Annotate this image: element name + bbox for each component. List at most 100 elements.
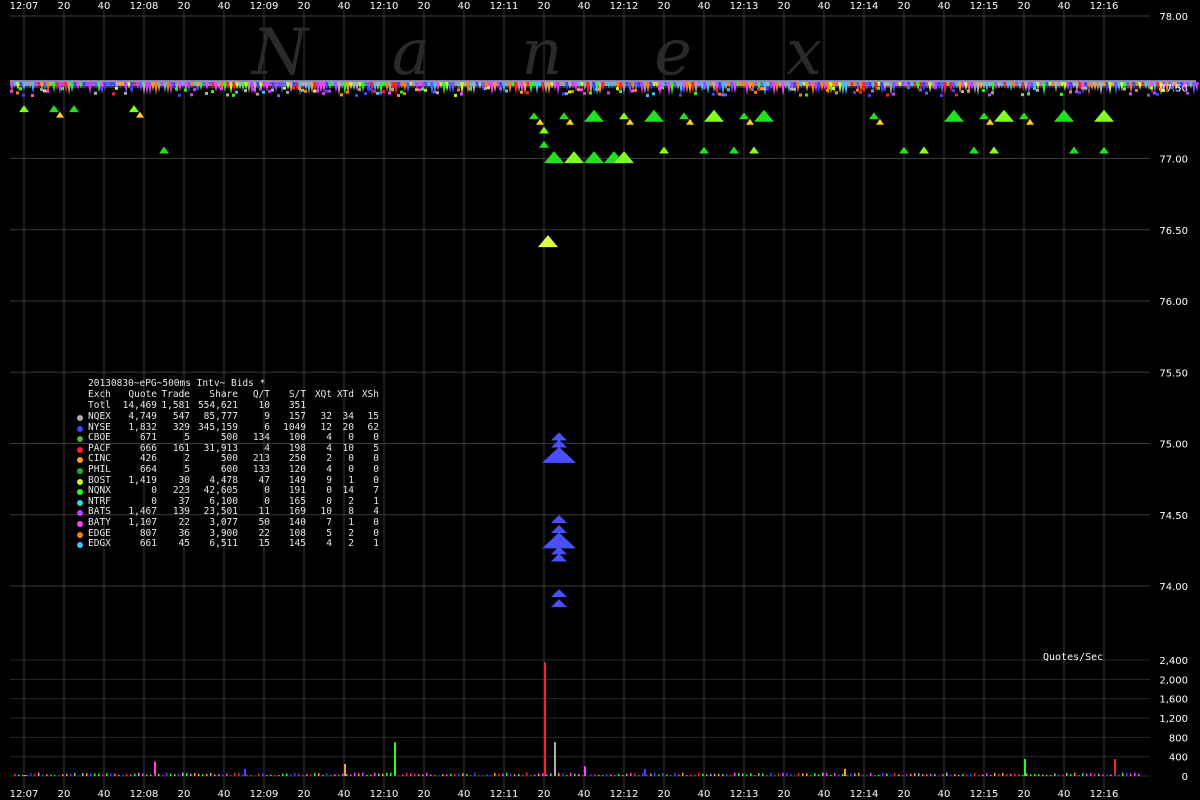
x-tick-label-bottom: 12:07 [10,789,39,800]
x-tick-label-top: 40 [218,1,231,12]
x-tick-label-top: 12:09 [250,1,279,12]
quote-rate-bar [358,773,360,776]
quote-rate-bar [942,774,944,776]
bid-band-mark [703,86,706,90]
quote-rate-bar [806,773,808,776]
bid-band-mark [388,91,391,95]
quote-rate-bar [886,773,888,776]
bid-band-mark [433,90,436,94]
quote-rate-bar [966,774,968,776]
bid-band-mark [892,92,895,96]
quote-rate-bar [1070,774,1072,776]
quote-rate-bar [582,775,584,776]
x-tick-label-bottom: 12:10 [370,789,399,800]
quote-rate-bar [634,773,636,776]
bid-band-mark [1069,90,1072,94]
quote-rate-bar [344,763,346,776]
quote-rate-bar [810,775,812,776]
bid-band-mark [31,94,34,98]
quote-rate-bar [962,774,964,776]
bid-band-mark [1087,86,1090,90]
x-tick-label-bottom: 20 [178,789,191,800]
bid-band-mark [328,89,331,93]
legend-cell: 554,621 [197,400,238,411]
quote-rate-bar [286,773,288,776]
bid-marker [644,109,664,122]
bid-band-mark [877,86,880,90]
x-tick-label-bottom: 12:16 [1090,789,1119,800]
x-tick-label-top: 20 [58,1,71,12]
quote-rate-bar [1118,774,1120,776]
legend-swatch [77,457,83,464]
quote-rate-bar [174,774,176,776]
nyse-bid-marker [551,553,567,562]
legend-swatch [77,478,83,485]
quote-rate-bar [862,774,864,776]
quote-rate-bar [110,773,112,776]
bid-band-mark [325,89,328,93]
quote-rate-bar [1014,773,1016,776]
bid-band-mark [271,88,274,92]
legend-row-edgx: EDGX 661 45 6,511 15 145 4 2 1 [74,539,394,550]
x-tick-label-bottom: 12:14 [850,789,879,800]
bid-band-mark [22,82,26,91]
quote-rate-bar [206,773,208,776]
x-tick-label-bottom: 12:08 [130,789,159,800]
bid-band-mark [1108,82,1112,95]
quote-rate-bar [434,775,436,776]
quote-rate-bar [894,773,896,776]
quote-rate-bar [802,773,804,776]
bid-band-mark [1195,82,1199,93]
quote-rate-bar [134,773,136,776]
bid-marker [19,105,29,113]
legend-cell: 140 [288,517,306,528]
quote-rate-bar [386,772,388,776]
bid-band-mark [766,87,769,91]
bid-band-mark [148,82,152,96]
bid-band-mark [391,88,394,92]
x-tick-label-bottom: 40 [578,789,591,800]
quote-rate-bar [154,761,156,776]
legend-swatch [77,542,83,549]
bid-band-mark [1042,82,1046,96]
x-tick-label-bottom: 12:13 [730,789,759,800]
quote-rate-bar [658,774,660,776]
quote-rate-bar [402,774,404,776]
quote-rate-bar [22,774,24,776]
bid-band-mark [199,82,203,91]
bid-band-mark [589,91,592,95]
quote-rate-bar [770,772,772,776]
bid-band-mark [253,88,256,92]
legend-swatch [77,521,83,527]
legend-cell: 15 [367,411,379,422]
watermark-letter: a [392,16,430,90]
x-tick-label-bottom: 40 [218,789,231,800]
quote-rate-bar [266,775,268,776]
quote-rate-bar [234,772,236,776]
quote-rate-bar [370,774,372,776]
x-tick-label-top: 20 [1018,1,1031,12]
bid-marker [559,112,569,120]
bid-marker [49,105,59,113]
bid-band-mark [1153,91,1156,95]
quote-rate-bar [982,774,984,776]
quote-rate-bar [482,775,484,776]
bid-band-mark [472,82,476,95]
bid-band-mark [184,88,187,92]
quote-rate-bar [226,773,228,776]
quote-rate-bar [626,773,628,776]
bid-band-mark [1036,88,1039,92]
quote-rate-bar [866,774,868,776]
bid-band-mark [733,82,737,94]
bid-band-mark [724,93,727,97]
legend-swatch [77,446,83,453]
quote-rate-bar [954,773,956,776]
volume-tick-label: 0 [1182,772,1188,783]
legend-cell: 661 [139,538,157,550]
quote-rate-bar [502,773,504,776]
quote-rate-bar [210,772,212,776]
bid-band-mark [484,87,487,91]
quote-rate-bar [510,773,512,776]
quote-rate-bar [190,773,192,776]
quote-rate-bar [406,772,408,776]
